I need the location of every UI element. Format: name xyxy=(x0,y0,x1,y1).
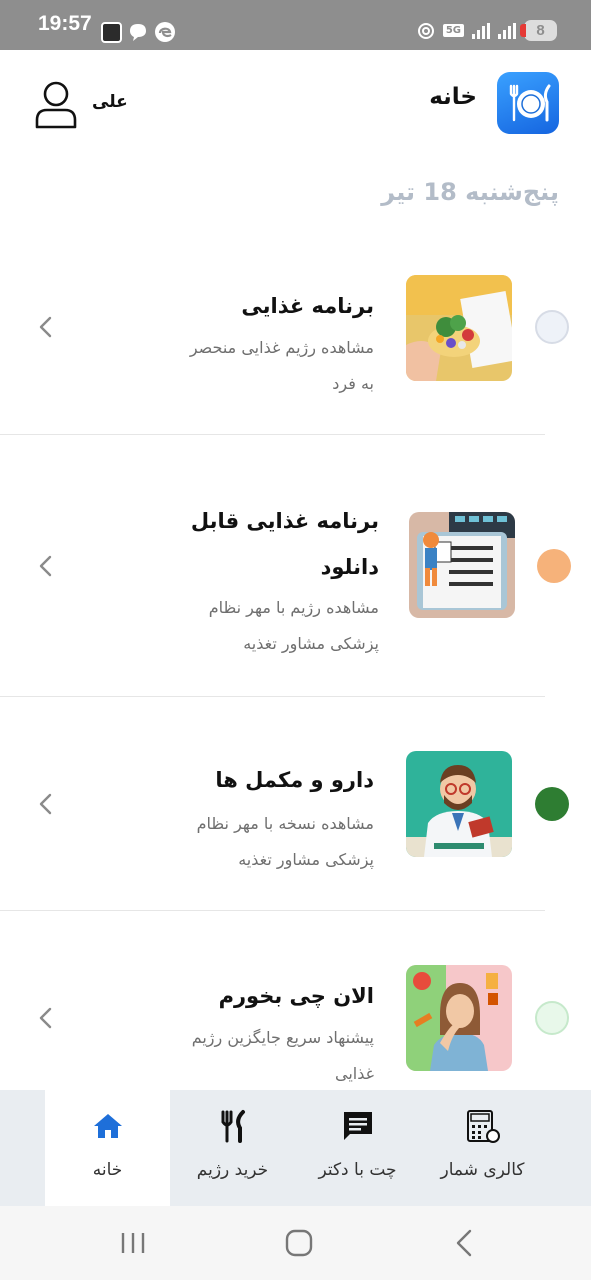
card-description: مشاهده نسخه با مهر نظام پزشکی مشاور تغذی… xyxy=(74,806,374,878)
calorie-calculator-icon xyxy=(466,1110,500,1143)
nav-item-home[interactable]: خانه xyxy=(45,1090,170,1206)
nav-label: کالری شمار xyxy=(440,1160,525,1180)
app-notification-icon xyxy=(101,21,122,43)
chevron-left-icon[interactable] xyxy=(34,1006,58,1030)
chevron-left-icon[interactable] xyxy=(34,554,58,578)
hotspot-icon xyxy=(417,22,434,39)
home-icon xyxy=(93,1114,122,1138)
card-title: برنامه غذایی قابل دانلود xyxy=(109,498,379,590)
downloadable-plan-illustration xyxy=(409,512,515,618)
card-title-line: دانلود xyxy=(320,555,379,579)
status-dot xyxy=(535,310,569,344)
divider xyxy=(0,696,545,697)
divider xyxy=(0,910,545,911)
card-description-line: غذایی xyxy=(335,1064,374,1083)
card-description: مشاهده رژیم با مهر نظام پزشکی مشاور تغذی… xyxy=(79,590,379,662)
diet-plate-illustration xyxy=(406,275,512,381)
date-label: پنج‌شنبه 18 تیر xyxy=(381,178,559,206)
card-description-line: مشاهده رژیم با مهر نظام xyxy=(208,598,379,617)
card-description-line: مشاهده نسخه با مهر نظام xyxy=(196,814,374,833)
card-title: الان چی بخورم xyxy=(218,984,374,1008)
card-description-line: پزشکی مشاور تغذیه xyxy=(243,634,379,653)
nav-item-calorie-counter[interactable]: کالری شمار xyxy=(420,1090,545,1206)
chevron-left-icon[interactable] xyxy=(34,792,58,816)
recent-apps-icon[interactable] xyxy=(118,1228,148,1258)
page-title: خانه xyxy=(429,84,477,110)
status-notification-icons xyxy=(101,21,176,43)
nav-item-buy-diet[interactable]: خرید رژیم xyxy=(170,1090,295,1206)
user-outline-icon[interactable] xyxy=(34,80,78,130)
card-description-line: به فرد xyxy=(332,374,374,393)
user-name[interactable]: علی xyxy=(92,92,128,112)
nav-label: خانه xyxy=(92,1160,123,1180)
fork-knife-icon xyxy=(221,1110,245,1143)
status-time: 19:57 xyxy=(38,12,92,35)
nav-label: خرید رژیم xyxy=(196,1160,269,1180)
signal-icon xyxy=(498,22,516,39)
chat-icon xyxy=(343,1112,372,1140)
card-title: دارو و مکمل ها xyxy=(215,768,374,792)
chat-bubble-icon xyxy=(130,24,146,41)
plate-fork-knife-icon xyxy=(497,72,559,134)
hungry-person-illustration xyxy=(406,965,512,1071)
status-dot xyxy=(535,787,569,821)
card-description-line: پیشنهاد سریع جایگزین رژیم xyxy=(191,1028,374,1047)
system-navigation-bar xyxy=(0,1206,591,1280)
nav-item-chat-doctor[interactable]: چت با دکتر xyxy=(295,1090,420,1206)
network-type: 5G xyxy=(442,24,464,37)
signal-icon xyxy=(472,22,490,39)
nav-label: چت با دکتر xyxy=(318,1160,397,1180)
bottom-navigation: خانه خرید رژیم چت با دکتر کالری شمار xyxy=(0,1090,591,1206)
doctor-illustration xyxy=(406,751,512,857)
status-dot xyxy=(537,549,571,583)
back-icon[interactable] xyxy=(450,1228,480,1258)
card-description-line: مشاهده رژیم غذایی منحصر xyxy=(189,338,374,357)
status-dot xyxy=(535,1001,569,1035)
home-button-icon[interactable] xyxy=(284,1228,314,1258)
divider xyxy=(0,434,545,435)
status-bar: 19:57 5G 8 xyxy=(0,0,591,50)
card-description-line: پزشکی مشاور تغذیه xyxy=(238,850,374,869)
card-description: مشاهده رژیم غذایی منحصر به فرد xyxy=(74,330,374,402)
edge-icon xyxy=(155,22,175,42)
battery-icon: 8 xyxy=(520,20,557,41)
card-title-line: برنامه غذایی قابل xyxy=(190,509,379,533)
card-description: پیشنهاد سریع جایگزین رژیم غذایی xyxy=(74,1020,374,1092)
card-title: برنامه غذایی xyxy=(241,294,374,318)
chevron-left-icon[interactable] xyxy=(34,315,58,339)
status-system-icons: 5G 8 xyxy=(417,20,557,41)
